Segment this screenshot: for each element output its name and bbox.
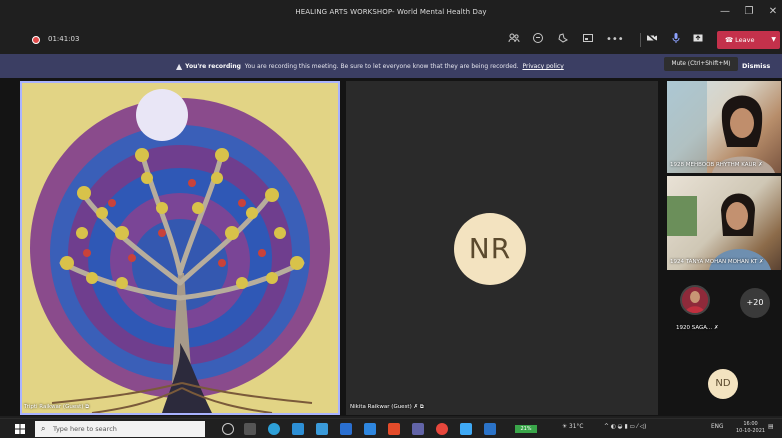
recording-dot-icon xyxy=(32,36,40,44)
system-tray-icons[interactable]: ^ ◐ ◒ ▮ ▭ ⁄ ◁) xyxy=(604,424,646,430)
mic-off-icon: ✗ xyxy=(758,162,763,168)
participant-video-image xyxy=(667,193,771,270)
share-screen-icon: ⧉ xyxy=(419,404,424,410)
chat-icon[interactable] xyxy=(530,32,546,48)
language-indicator[interactable]: ENG xyxy=(711,424,724,430)
mic-off-icon: ✗ xyxy=(413,404,419,410)
title-bar: HEALING ARTS WORKSHOP- World Mental Heal… xyxy=(0,0,782,26)
center-participant-name: Nikita Raikwar (Guest) ✗ ⧉ xyxy=(350,404,424,410)
minimize-icon[interactable]: — xyxy=(716,4,734,20)
warning-icon: ▲ xyxy=(176,62,183,71)
share-screen-icon: ⧉ xyxy=(85,404,90,410)
reactions-icon[interactable] xyxy=(555,32,571,48)
taskbar-clock[interactable]: 16:00 10-10-2021 xyxy=(736,421,765,435)
notification-icon[interactable]: ▤ xyxy=(768,424,773,430)
recording-text: You are recording this meeting. Be sure … xyxy=(244,63,519,70)
people-icon[interactable] xyxy=(506,32,522,48)
teams-icon[interactable] xyxy=(412,423,424,435)
side1-participant-name: 1928 MEHBOOB RHYTHM KAUR ✗ xyxy=(670,162,763,168)
phone-icon: ☎ xyxy=(725,36,736,44)
video-tile-side-1[interactable] xyxy=(667,81,781,173)
teams-meeting-window: HEALING ARTS WORKSHOP- World Mental Heal… xyxy=(0,0,782,438)
office-icon[interactable] xyxy=(388,423,400,435)
mic-icon[interactable] xyxy=(668,32,684,48)
video-tile-main[interactable] xyxy=(20,81,340,415)
leave-label: Leave xyxy=(735,36,755,44)
chrome-icon[interactable] xyxy=(436,423,448,435)
mail-icon[interactable] xyxy=(316,423,328,435)
dismiss-button[interactable]: Dismiss xyxy=(742,62,770,70)
close-icon[interactable]: ✕ xyxy=(764,4,782,20)
recording-message: ▲ You're recording You are recording this… xyxy=(176,62,564,71)
app-icon[interactable] xyxy=(484,423,496,435)
task-view-icon[interactable] xyxy=(244,423,256,435)
meeting-toolbar: 01:41:03 ••• ☎ Leave ▼ xyxy=(0,26,782,54)
toolbar-divider xyxy=(640,33,641,47)
mic-off-icon: ✗ xyxy=(758,259,764,265)
search-icon: ⌕ xyxy=(41,424,46,433)
avatar xyxy=(680,285,710,315)
participant-video-image xyxy=(667,81,775,173)
photos-icon[interactable] xyxy=(460,423,472,435)
mic-off-icon: ✗ xyxy=(713,325,719,331)
meeting-timer: 01:41:03 xyxy=(48,35,80,43)
weather-icon: ☀ xyxy=(562,424,568,430)
tree-painting-image xyxy=(22,83,338,413)
main-participant-name: Tripti Raikwar (Guest) ⧉ xyxy=(24,404,90,410)
taskbar-search-input[interactable]: ⌕ Type here to search xyxy=(35,421,205,437)
share-tray-icon[interactable] xyxy=(580,32,596,48)
overflow-participants-button[interactable]: +20 xyxy=(740,288,770,318)
share-icon[interactable] xyxy=(690,32,706,48)
word-icon[interactable] xyxy=(340,423,352,435)
participant-photo-image xyxy=(682,287,708,313)
outlook-icon[interactable] xyxy=(364,423,376,435)
recording-title: You're recording xyxy=(185,63,241,70)
video-tile-side-2[interactable] xyxy=(667,176,781,270)
windows-taskbar: ⌕ Type here to search 21% ☀ 31°C ^ ◐ ◒ ▮ … xyxy=(0,418,782,438)
leave-button[interactable]: ☎ Leave ▼ xyxy=(717,31,780,49)
side2-participant-name: 1924 TANYA MOHAN MOHAN KT ✗ xyxy=(670,259,764,265)
more-icon[interactable]: ••• xyxy=(606,32,624,48)
windows-start-icon[interactable] xyxy=(15,424,25,434)
battery-badge[interactable]: 21% xyxy=(515,425,537,433)
avatar: NR xyxy=(454,213,526,285)
avatar: ND xyxy=(708,369,738,399)
mute-tooltip: Mute (Ctrl+Shift+M) xyxy=(664,57,738,71)
window-title: HEALING ARTS WORKSHOP- World Mental Heal… xyxy=(295,8,487,16)
privacy-policy-link[interactable]: Privacy policy xyxy=(522,63,563,70)
cortana-icon[interactable] xyxy=(222,423,234,435)
edge-icon[interactable] xyxy=(268,423,280,435)
store-icon[interactable] xyxy=(292,423,304,435)
camera-off-icon[interactable] xyxy=(644,32,660,48)
side3-participant-name: 1920 SAGA... ✗ xyxy=(676,325,719,331)
weather-widget[interactable]: ☀ 31°C xyxy=(562,424,583,430)
maximize-icon[interactable]: ❐ xyxy=(740,4,758,20)
chevron-down-icon[interactable]: ▼ xyxy=(771,31,776,49)
